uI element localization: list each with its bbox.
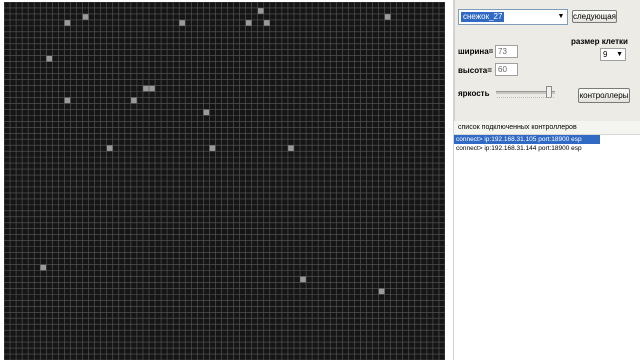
lit-cell[interactable]: [263, 19, 270, 26]
connections-panel: список подключенных контроллеров connect…: [454, 121, 640, 360]
controllers-button[interactable]: контроллеры: [578, 88, 630, 103]
lit-cell[interactable]: [82, 13, 89, 20]
lit-cell[interactable]: [245, 19, 252, 26]
connections-header: список подключенных контроллеров: [454, 121, 640, 135]
chevron-down-icon: ▼: [616, 51, 623, 58]
connection-item[interactable]: connect> ip:192.168.31.105 port:18900 es…: [454, 135, 600, 144]
lit-cell[interactable]: [142, 85, 149, 92]
brightness-label: яркость: [458, 89, 490, 98]
lit-cell[interactable]: [64, 19, 71, 26]
lit-cell[interactable]: [179, 19, 186, 26]
lit-cell[interactable]: [287, 145, 294, 152]
width-label: ширина=: [458, 47, 494, 56]
lit-cell[interactable]: [257, 7, 264, 14]
lit-cell[interactable]: [130, 97, 137, 104]
preset-combobox[interactable]: снежок_27 ▼: [458, 9, 568, 25]
height-label: высота=: [458, 66, 492, 75]
lit-cell[interactable]: [300, 276, 307, 283]
lit-cell[interactable]: [378, 288, 385, 295]
lit-cell[interactable]: [40, 264, 47, 271]
connection-item[interactable]: connect> ip:192.168.31.144 port:18900 es…: [454, 144, 600, 153]
cell-size-select[interactable]: 9 ▼: [600, 48, 626, 61]
width-input[interactable]: 73: [495, 45, 518, 58]
led-grid[interactable]: [4, 2, 445, 360]
brightness-slider[interactable]: [496, 86, 555, 98]
lit-cell[interactable]: [203, 109, 210, 116]
chevron-down-icon[interactable]: ▼: [555, 10, 567, 24]
grid-lines: [4, 2, 445, 360]
lit-cell[interactable]: [148, 85, 156, 92]
lit-cell[interactable]: [64, 97, 71, 104]
grid-panel: [0, 0, 454, 360]
height-input[interactable]: 60: [495, 63, 518, 76]
connections-list[interactable]: connect> ip:192.168.31.105 port:18900 es…: [454, 135, 640, 153]
brightness-ticks: [497, 97, 554, 99]
lit-cell[interactable]: [106, 145, 113, 152]
preset-combobox-value: снежок_27: [461, 12, 505, 22]
cell-size-value: 9: [603, 50, 608, 59]
controls-panel: снежок_27 ▼ следующая размер клетки 9 ▼ …: [454, 0, 640, 121]
lit-cell[interactable]: [46, 55, 53, 62]
lit-cell[interactable]: [384, 13, 391, 20]
lit-cell[interactable]: [209, 145, 216, 152]
cell-size-label: размер клетки: [571, 37, 628, 46]
next-button[interactable]: следующая: [572, 10, 617, 23]
